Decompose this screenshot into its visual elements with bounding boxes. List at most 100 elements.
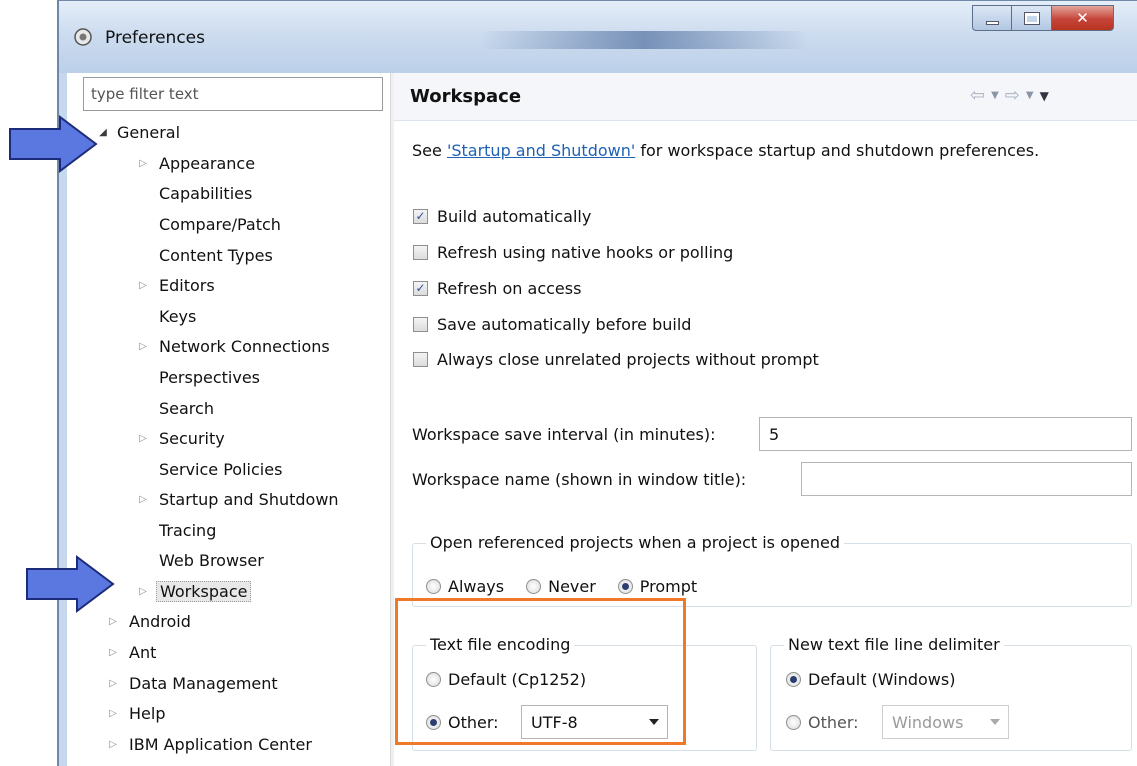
tree-item-perspectives[interactable]: Perspectives — [159, 362, 260, 392]
tree-item-label: IBM Application Center — [129, 734, 312, 754]
view-menu-icon[interactable]: ▼ — [1040, 89, 1049, 103]
collapsed-triangle-icon[interactable]: ▷ — [107, 616, 119, 627]
chevron-down-icon[interactable] — [649, 719, 659, 725]
collapsed-triangle-icon[interactable]: ▷ — [137, 586, 149, 597]
radio-label: Default (Cp1252) — [448, 669, 587, 689]
collapsed-triangle-icon[interactable]: ▷ — [137, 341, 149, 352]
checkbox-checked-icon[interactable]: ✓ — [413, 208, 428, 224]
checkbox-unchecked-icon[interactable] — [413, 244, 428, 260]
delimiter-other-radio[interactable]: Other: — [786, 709, 859, 735]
combo-value: Windows — [892, 712, 964, 732]
checkbox-label: Refresh using native hooks or polling — [437, 242, 734, 262]
tree-item-startup-and-shutdown[interactable]: ▷ Startup and Shutdown — [137, 484, 339, 514]
collapsed-triangle-icon[interactable]: ▷ — [107, 678, 119, 689]
expanded-triangle-icon[interactable]: ◢ — [97, 127, 109, 138]
collapsed-triangle-icon[interactable]: ▷ — [137, 280, 149, 291]
tree-item-appearance[interactable]: ▷ Appearance — [137, 148, 255, 178]
tree-item-label: Security — [159, 428, 225, 448]
checkbox-unchecked-icon[interactable] — [413, 316, 428, 332]
close-button[interactable]: ✕ — [1052, 5, 1114, 31]
tree-item-general[interactable]: ◢ General — [97, 117, 180, 147]
tree-item-tracing[interactable]: Tracing — [159, 515, 216, 545]
minimize-button[interactable] — [972, 5, 1012, 31]
tree-item-label: Editors — [159, 275, 215, 295]
checkbox-unchecked-icon[interactable] — [413, 351, 428, 367]
refresh-native-hooks-checkbox[interactable]: Refresh using native hooks or polling — [413, 239, 733, 265]
tree-item-capabilities[interactable]: Capabilities — [159, 178, 252, 208]
tree-item-label: Startup and Shutdown — [159, 489, 339, 509]
tree-item-ibm-application-center[interactable]: ▷ IBM Application Center — [107, 729, 312, 759]
title-bar[interactable]: Preferences ✕ — [59, 1, 1137, 73]
forward-dropdown-icon[interactable]: ▼ — [1026, 90, 1034, 101]
collapsed-triangle-icon[interactable]: ▷ — [107, 647, 119, 658]
tree-item-keys[interactable]: Keys — [159, 301, 196, 331]
tree-item-network-connections[interactable]: ▷ Network Connections — [137, 331, 330, 361]
tree-item-search[interactable]: Search — [159, 393, 214, 423]
delimiter-combo[interactable]: Windows — [882, 705, 1009, 739]
radio-label: Other: — [808, 712, 859, 732]
tree-item-security[interactable]: ▷ Security — [137, 423, 225, 453]
tree-item-service-policies[interactable]: Service Policies — [159, 454, 282, 484]
forward-arrow-icon[interactable]: ⇨ — [1005, 85, 1020, 106]
intro-text: See 'Startup and Shutdown' for workspace… — [412, 141, 1039, 160]
close-unrelated-projects-checkbox[interactable]: Always close unrelated projects without … — [413, 346, 819, 372]
tree-item-label: Workspace — [156, 580, 252, 602]
tree-item-label: Keys — [159, 306, 197, 326]
radio-other-delimiter[interactable] — [786, 714, 801, 730]
workspace-name-label: Workspace name (shown in window title): — [412, 470, 747, 489]
filter-input[interactable] — [83, 77, 383, 111]
collapsed-triangle-icon[interactable]: ▷ — [137, 433, 149, 444]
save-interval-input[interactable]: 5 — [759, 417, 1132, 451]
tree-item-content-types[interactable]: Content Types — [159, 240, 273, 270]
tree-item-editors[interactable]: ▷ Editors — [137, 270, 215, 300]
collapsed-triangle-icon[interactable]: ▷ — [107, 739, 119, 750]
radio-never[interactable] — [526, 578, 542, 594]
tree-item-web-browser[interactable]: Web Browser — [159, 545, 264, 575]
page-title: Workspace — [410, 86, 522, 107]
tree-item-compare-patch[interactable]: Compare/Patch — [159, 209, 281, 239]
tree-item-label: Ant — [129, 642, 157, 662]
tree-item-workspace[interactable]: ▷ Workspace — [137, 576, 252, 606]
checkbox-checked-icon[interactable]: ✓ — [413, 280, 428, 296]
radio-prompt[interactable] — [617, 578, 633, 594]
radio-default-delimiter[interactable] — [786, 671, 801, 687]
callout-arrow-icon — [26, 555, 115, 613]
intro-prefix: See — [412, 141, 447, 160]
tree-item-label: Perspectives — [159, 367, 260, 387]
radio-label: Other: — [448, 712, 499, 732]
tree-item-android[interactable]: ▷ Android — [107, 606, 191, 636]
group-title: Text file encoding — [426, 635, 575, 654]
radio-other-encoding[interactable] — [426, 714, 441, 730]
tree-item-label: Network Connections — [159, 336, 330, 356]
encoding-other-radio[interactable]: Other: — [426, 709, 499, 735]
radio-default-encoding[interactable] — [426, 671, 441, 687]
build-automatically-checkbox[interactable]: ✓ Build automatically — [413, 203, 591, 229]
refresh-on-access-checkbox[interactable]: ✓ Refresh on access — [413, 275, 581, 301]
delimiter-default-radio[interactable]: Default (Windows) — [786, 666, 955, 692]
workspace-name-input[interactable] — [801, 462, 1132, 496]
tree-item-help[interactable]: ▷ Help — [107, 698, 165, 728]
collapsed-triangle-icon[interactable]: ▷ — [107, 708, 119, 719]
combo-value: UTF-8 — [531, 712, 578, 732]
back-dropdown-icon[interactable]: ▼ — [991, 90, 999, 101]
tree-item-ant[interactable]: ▷ Ant — [107, 637, 156, 667]
tree-item-data-management[interactable]: ▷ Data Management — [107, 668, 278, 698]
radio-always[interactable] — [426, 578, 441, 594]
collapsed-triangle-icon[interactable]: ▷ — [137, 158, 149, 169]
tree-item-label: Tracing — [159, 520, 217, 540]
chevron-down-icon[interactable] — [990, 719, 1000, 725]
startup-shutdown-link[interactable]: 'Startup and Shutdown' — [447, 141, 635, 160]
tree-item-label: Search — [159, 398, 214, 418]
maximize-icon — [1023, 11, 1040, 25]
group-title: New text file line delimiter — [784, 635, 1004, 654]
encoding-combo[interactable]: UTF-8 — [521, 705, 668, 739]
back-arrow-icon[interactable]: ⇦ — [970, 85, 985, 106]
checkbox-label: Build automatically — [437, 206, 592, 226]
radio-label: Default (Windows) — [808, 669, 956, 689]
tree-item-label: Android — [129, 611, 191, 631]
preferences-window: Preferences ✕ ◢ General ▷ Appearance Cap… — [57, 0, 1137, 766]
collapsed-triangle-icon[interactable]: ▷ — [137, 494, 149, 505]
save-before-build-checkbox[interactable]: Save automatically before build — [413, 311, 691, 337]
maximize-button[interactable] — [1012, 5, 1052, 31]
encoding-default-radio[interactable]: Default (Cp1252) — [426, 666, 586, 692]
